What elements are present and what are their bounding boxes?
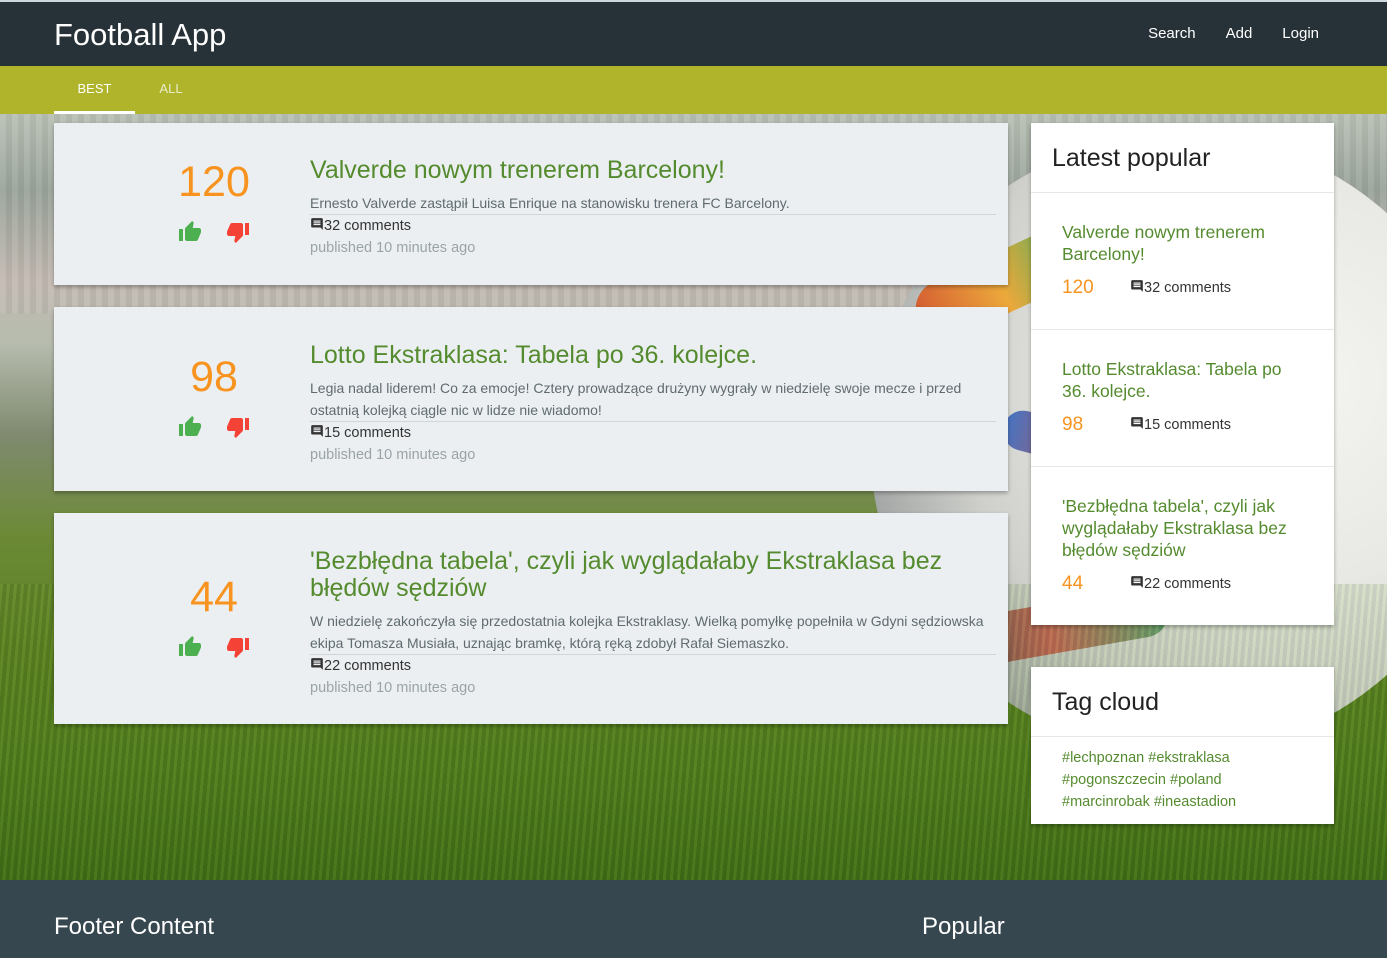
app-title[interactable]: Football App [54, 17, 226, 53]
popular-item-title[interactable]: Lotto Ekstraklasa: Tabela po 36. kolejce… [1062, 358, 1304, 402]
article-published: published 10 minutes ago [310, 240, 476, 256]
comment-icon [1130, 575, 1144, 593]
article-title[interactable]: 'Bezbłędna tabela', czyli jak wyglądałab… [310, 548, 996, 602]
article-excerpt: W niedzielę zakończyła się przedostatnia… [310, 610, 996, 655]
article-excerpt: Legia nadal liderem! Co za emocje! Czter… [310, 377, 996, 422]
add-link[interactable]: Add [1226, 25, 1253, 42]
popular-item-comments: 15 comments [1130, 416, 1231, 434]
article-score: 98 [190, 353, 238, 401]
thumb-up-icon[interactable] [178, 415, 202, 439]
popular-item-score: 98 [1062, 414, 1084, 435]
article-published: published 10 minutes ago [310, 447, 476, 463]
comments-count: 22 comments [324, 658, 412, 674]
popular-item[interactable]: Valverde nowym trenerem Barcelony! 120 3… [1031, 193, 1334, 330]
article-comments[interactable]: 22 comments [310, 657, 996, 675]
comments-count: 15 comments [324, 425, 412, 441]
popular-item-comments-count: 32 comments [1144, 280, 1232, 296]
tab-best[interactable]: BEST [54, 66, 135, 114]
comment-icon [1130, 279, 1144, 297]
tag-cloud-panel: Tag cloud #lechpoznan #ekstraklasa #pogo… [1031, 667, 1334, 824]
popular-item-comments: 32 comments [1130, 279, 1231, 297]
popular-item-score: 44 [1062, 573, 1084, 594]
latest-popular-title: Latest popular [1031, 123, 1334, 193]
popular-item-title[interactable]: 'Bezbłędna tabela', czyli jak wyglądałab… [1062, 495, 1304, 561]
article-card: 44 'Bezbłędna tabela', czyli jak wygląda… [54, 513, 1008, 724]
thumb-up-icon[interactable] [178, 220, 202, 244]
article-card: 120 Valverde nowym trenerem Barcelony! E… [54, 123, 1008, 285]
thumb-up-icon[interactable] [178, 635, 202, 659]
thumb-down-icon[interactable] [226, 635, 250, 659]
tag-cloud-title: Tag cloud [1031, 667, 1334, 737]
latest-popular-panel: Latest popular Valverde nowym trenerem B… [1031, 123, 1334, 625]
article-score: 44 [190, 573, 238, 621]
comment-icon [310, 217, 324, 235]
popular-item-title[interactable]: Valverde nowym trenerem Barcelony! [1062, 221, 1304, 265]
top-nav-links: Search Add Login [1148, 25, 1319, 42]
footer-popular-title: Popular [922, 913, 1005, 940]
search-link[interactable]: Search [1148, 25, 1196, 42]
top-navbar: Football App Search Add Login [0, 0, 1387, 66]
comment-icon [310, 424, 324, 442]
article-score: 120 [178, 158, 250, 206]
article-comments[interactable]: 15 comments [310, 424, 996, 442]
footer-content-title: Footer Content [54, 913, 215, 940]
comment-icon [1130, 416, 1144, 434]
thumb-down-icon[interactable] [226, 220, 250, 244]
article-comments[interactable]: 32 comments [310, 217, 996, 235]
article-title[interactable]: Lotto Ekstraklasa: Tabela po 36. kolejce… [310, 342, 996, 369]
article-card: 98 Lotto Ekstraklasa: Tabela po 36. kole… [54, 307, 1008, 491]
article-title[interactable]: Valverde nowym trenerem Barcelony! [310, 157, 996, 184]
popular-item-score: 120 [1062, 277, 1094, 298]
article-published: published 10 minutes ago [310, 680, 476, 696]
tab-bar: BEST ALL [0, 66, 1387, 114]
tab-all[interactable]: ALL [135, 66, 207, 114]
popular-item[interactable]: 'Bezbłędna tabela', czyli jak wyglądałab… [1031, 467, 1334, 625]
thumb-down-icon[interactable] [226, 415, 250, 439]
comment-icon [310, 657, 324, 675]
footer: Footer Content Popular [0, 880, 1387, 958]
popular-item-comments: 22 comments [1130, 575, 1231, 593]
article-excerpt: Ernesto Valverde zastąpił Luisa Enrique … [310, 192, 996, 215]
popular-item-comments-count: 22 comments [1144, 576, 1232, 592]
tag-list[interactable]: #lechpoznan #ekstraklasa #pogonszczecin … [1031, 737, 1334, 825]
popular-item-comments-count: 15 comments [1144, 417, 1232, 433]
login-link[interactable]: Login [1282, 25, 1319, 42]
comments-count: 32 comments [324, 218, 412, 234]
popular-item[interactable]: Lotto Ekstraklasa: Tabela po 36. kolejce… [1031, 330, 1334, 467]
